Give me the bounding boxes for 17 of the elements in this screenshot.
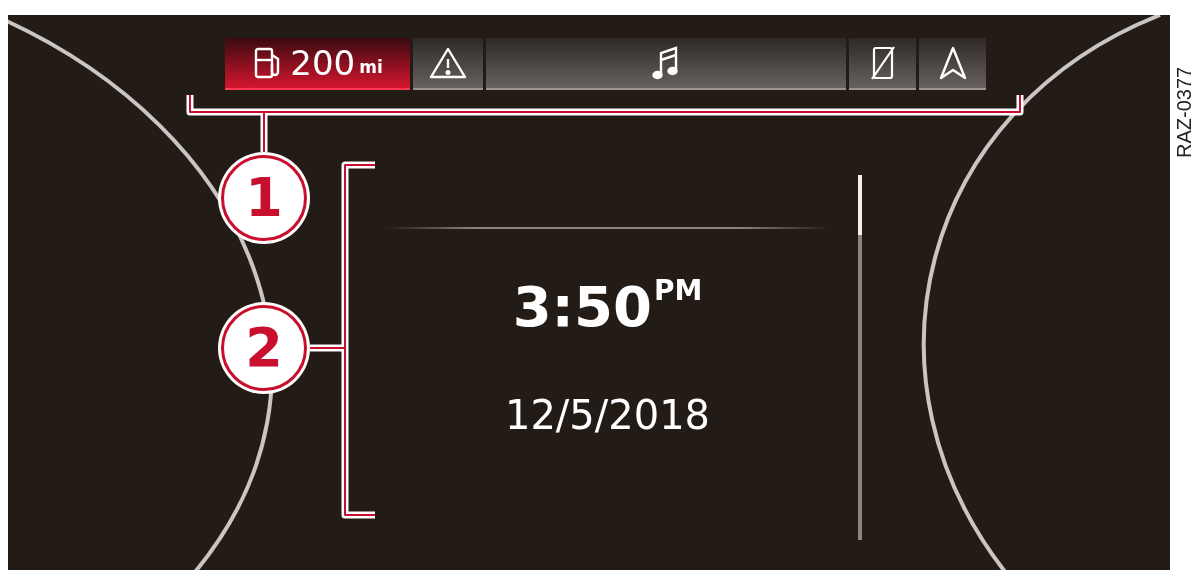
callout-number: 2 [221, 305, 307, 391]
media-tab[interactable] [486, 38, 846, 90]
warning-tab[interactable] [413, 38, 483, 90]
range-unit: mi [359, 57, 383, 77]
clock-time: 3:50$^{PM}$ [512, 279, 703, 335]
fuel-tab[interactable]: 200 mi [225, 38, 410, 90]
clock-date: 12/5/2018 [504, 395, 711, 435]
navigation-tab[interactable] [919, 38, 986, 90]
callout-number: 1 [221, 155, 307, 241]
range-value: 200 [290, 46, 356, 80]
phone-tab[interactable] [849, 38, 916, 90]
phone-crossed-icon [869, 45, 896, 81]
warning-icon [429, 46, 467, 80]
music-note-icon [651, 45, 681, 81]
scroll-thumb [858, 175, 862, 235]
figure-code: RAZ-0377 [1172, 65, 1196, 158]
navigation-arrow-icon [937, 45, 968, 81]
